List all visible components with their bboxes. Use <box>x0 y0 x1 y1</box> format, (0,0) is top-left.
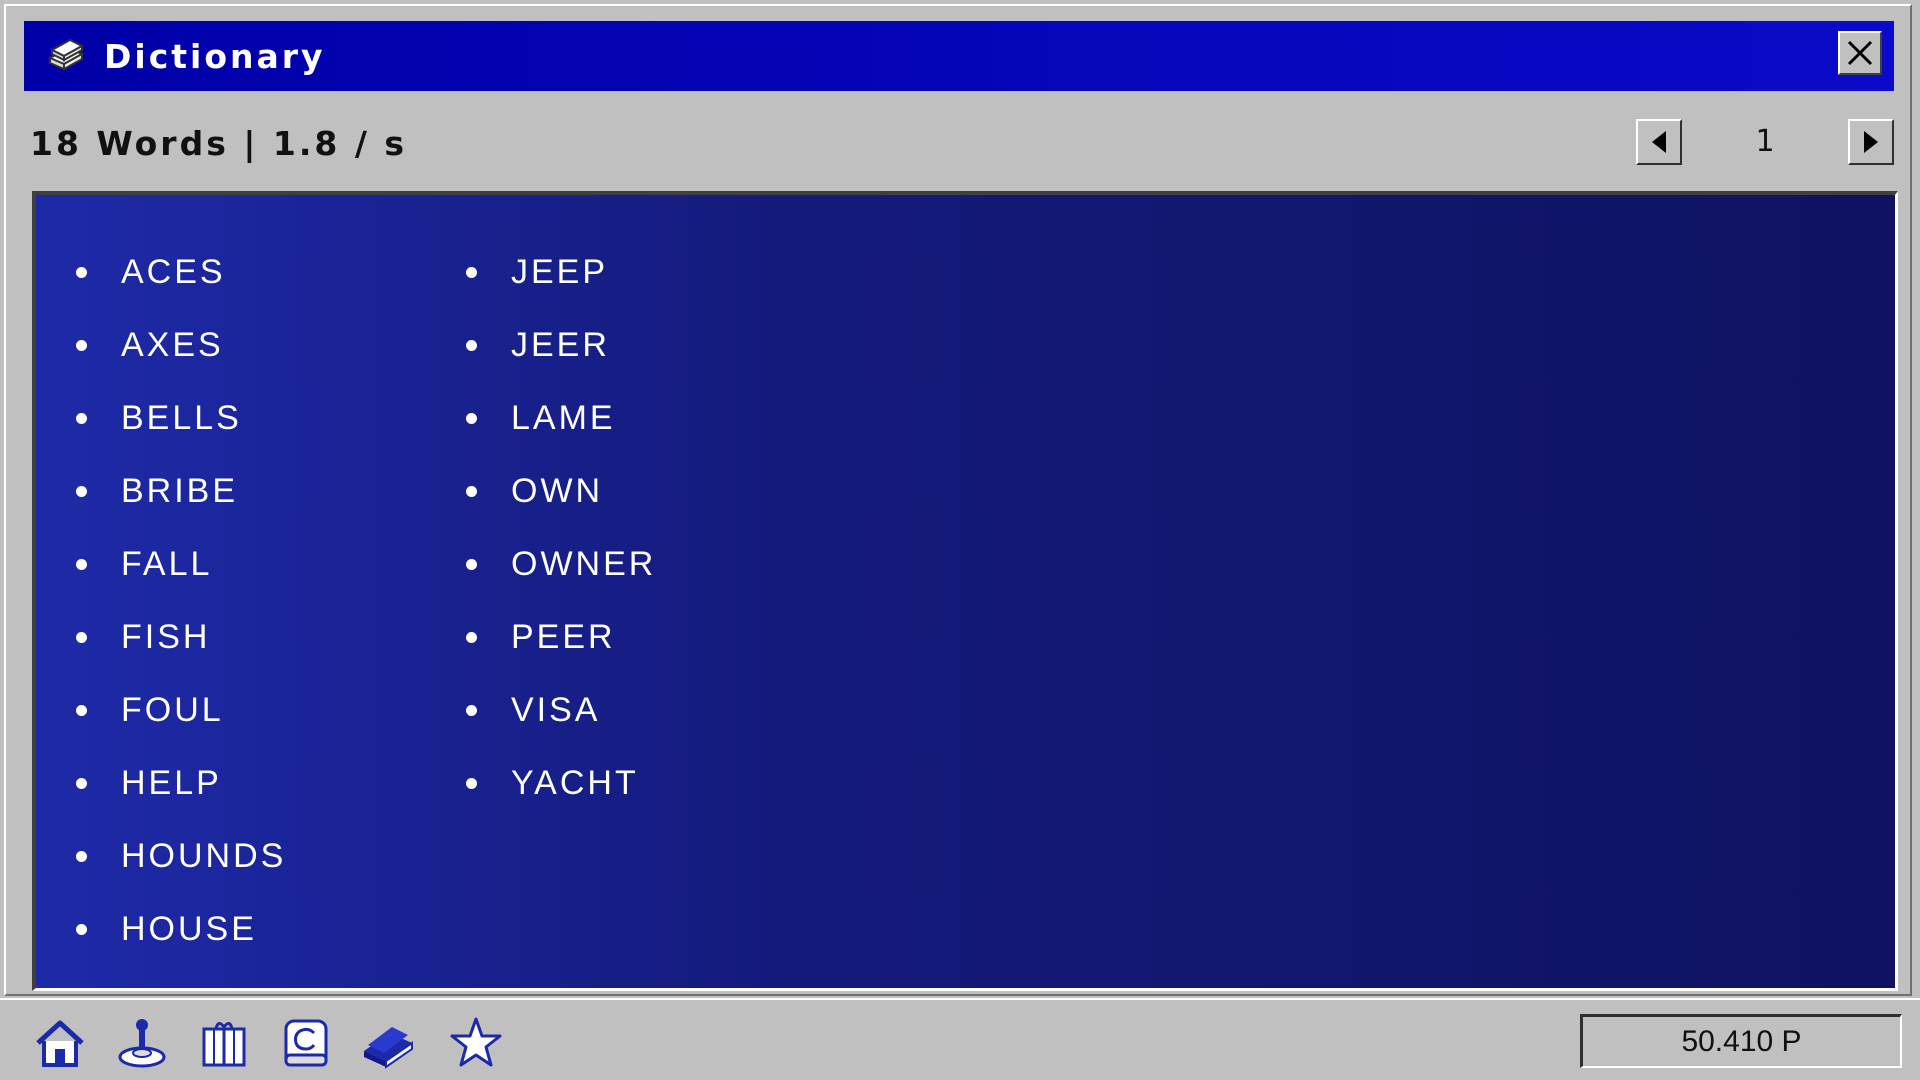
bullet <box>466 559 477 570</box>
word-column-2: JEEP JEER LAME OWN OWNER PEER VISA YACHT <box>466 236 656 820</box>
word-item: OWN <box>466 455 656 528</box>
word-text: AXES <box>121 326 224 364</box>
word-text: BELLS <box>121 399 242 437</box>
points-display: 50.410 P <box>1580 1014 1902 1068</box>
word-item: LAME <box>466 382 656 455</box>
arrow-left-icon <box>1652 131 1666 153</box>
bullet <box>466 778 477 789</box>
close-icon <box>1847 40 1873 66</box>
bullet <box>76 705 87 716</box>
word-item: ACES <box>76 236 286 309</box>
word-text: PEER <box>511 618 616 656</box>
joystick-icon[interactable] <box>114 1015 170 1071</box>
word-item: JEER <box>466 309 656 382</box>
bullet <box>466 486 477 497</box>
home-icon[interactable] <box>32 1015 88 1071</box>
word-item: HOUSE <box>76 893 286 966</box>
bullet <box>76 486 87 497</box>
word-text: HOUNDS <box>121 837 287 875</box>
word-item: YACHT <box>466 747 656 820</box>
bullet <box>76 413 87 424</box>
window-title: Dictionary <box>104 36 326 76</box>
word-item: FOUL <box>76 674 286 747</box>
bullet <box>76 340 87 351</box>
word-item: OWNER <box>466 528 656 601</box>
word-text: JEEP <box>511 253 609 291</box>
bullet <box>76 851 87 862</box>
book-icon[interactable] <box>360 1015 416 1071</box>
word-stats: 18 Words | 1.8 / s <box>30 124 408 163</box>
gift-icon[interactable] <box>196 1015 252 1071</box>
word-item: FALL <box>76 528 286 601</box>
word-item: HOUNDS <box>76 820 286 893</box>
word-text: JEER <box>511 326 610 364</box>
bullet <box>76 632 87 643</box>
word-item: AXES <box>76 309 286 382</box>
page-number: 1 <box>1755 124 1775 159</box>
word-item: VISA <box>466 674 656 747</box>
bullet <box>76 559 87 570</box>
word-text: FOUL <box>121 691 224 729</box>
bullet <box>466 413 477 424</box>
word-text: OWNER <box>511 545 657 583</box>
star-icon[interactable] <box>448 1015 504 1071</box>
bullet <box>466 267 477 278</box>
next-page-button[interactable] <box>1848 119 1894 165</box>
word-item: BRIBE <box>76 455 286 528</box>
word-text: OWN <box>511 472 604 510</box>
bullet <box>76 267 87 278</box>
word-text: FALL <box>121 545 213 583</box>
word-text: VISA <box>511 691 601 729</box>
word-text: BRIBE <box>121 472 239 510</box>
bullet <box>466 632 477 643</box>
previous-page-button[interactable] <box>1636 119 1682 165</box>
word-item: HELP <box>76 747 286 820</box>
word-text: HOUSE <box>121 910 257 948</box>
word-list-panel: ACES AXES BELLS BRIBE FALL FISH FOUL HEL… <box>32 191 1898 991</box>
word-item: PEER <box>466 601 656 674</box>
bullet <box>76 778 87 789</box>
title-bar[interactable]: Dictionary <box>24 21 1894 91</box>
bullet <box>466 340 477 351</box>
word-text: HELP <box>121 764 222 802</box>
word-text: LAME <box>511 399 616 437</box>
word-text: FISH <box>121 618 211 656</box>
copyright-icon[interactable] <box>278 1015 334 1071</box>
word-item: FISH <box>76 601 286 674</box>
arrow-right-icon <box>1864 131 1878 153</box>
word-item: BELLS <box>76 382 286 455</box>
word-text: ACES <box>121 253 226 291</box>
taskbar: 50.410 P <box>0 998 1920 1080</box>
bullet <box>76 924 87 935</box>
book-stack-icon <box>47 38 85 71</box>
word-column-1: ACES AXES BELLS BRIBE FALL FISH FOUL HEL… <box>76 236 286 966</box>
close-button[interactable] <box>1838 31 1882 75</box>
bullet <box>466 705 477 716</box>
word-item: JEEP <box>466 236 656 309</box>
word-text: YACHT <box>511 764 639 802</box>
